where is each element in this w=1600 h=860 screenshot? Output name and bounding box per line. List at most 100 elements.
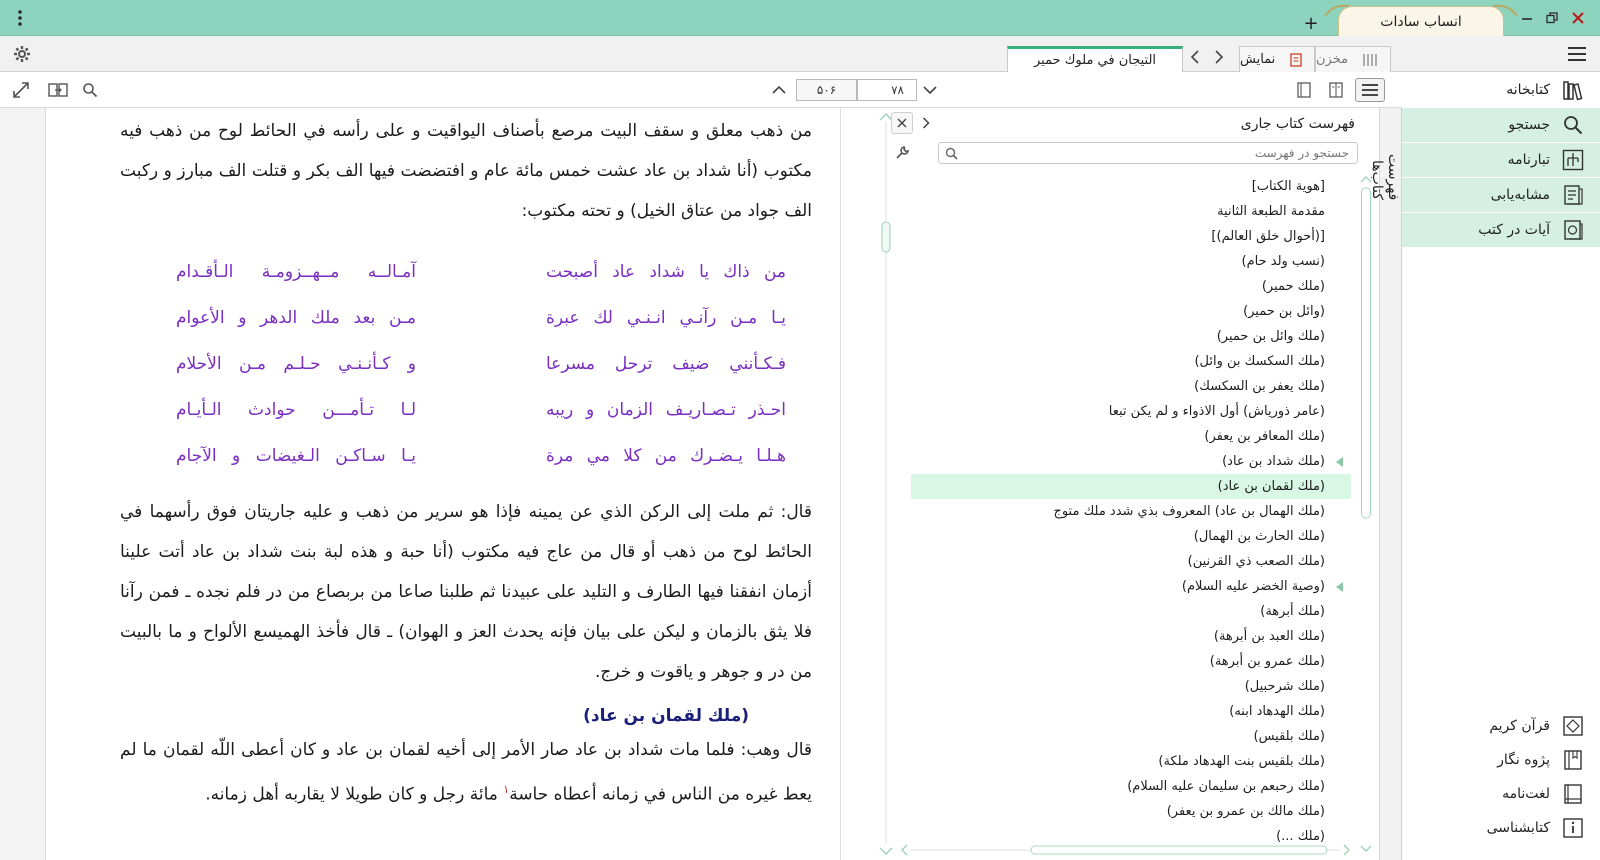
total-pages: ۵۰۶ (816, 83, 837, 97)
toc-hscrollbar[interactable] (901, 842, 1361, 858)
toc-item[interactable]: (ملك الهمال بن عاد) المعروف بذي شدد ملك … (911, 499, 1351, 524)
toc-item[interactable]: (ملك رحبعم بن سليمان عليه السلام) (911, 774, 1351, 799)
toc-item[interactable]: (نسب ولد حام) (911, 249, 1351, 274)
family-tree-icon (1560, 147, 1586, 173)
sidebar-item-search[interactable]: جستجو (1402, 108, 1600, 143)
section-heading: (ملك لقمان بن عاد) (583, 706, 749, 726)
hamburger-menu-icon[interactable] (1566, 43, 1588, 65)
sidebar-item-bibliography[interactable]: کتابشناسی (1402, 810, 1600, 845)
restore-button[interactable] (1541, 7, 1563, 29)
toc-item-label: (نسب ولد حام) (1241, 254, 1326, 269)
notebook-icon (1560, 747, 1586, 773)
current-page-input[interactable]: ۷۸ (857, 79, 917, 101)
toc-item[interactable]: (ملك وائل بن حمير) (911, 324, 1351, 349)
left-gutter (0, 108, 46, 860)
wrench-icon[interactable] (891, 141, 913, 165)
toc-item[interactable]: (ملك العبد بن أبرهة) (911, 624, 1351, 649)
expand-arrow-icon[interactable] (1336, 582, 1343, 592)
verse-left: مـن بعد ملك الدهر و الأعوام (176, 308, 416, 328)
total-pages-field: ۵۰۶ (796, 79, 857, 101)
sidebar-item-label: تبارنامه (1507, 152, 1550, 168)
title-bar: + انساب سادات (0, 0, 1600, 36)
book-layout-icon[interactable] (1291, 78, 1317, 102)
toc-item[interactable]: (ملك المعافر بن يعفر) (911, 424, 1351, 449)
sidebar-item-label: آیات در کتب (1478, 222, 1550, 238)
toc-item-label: (ملك الصعب ذي القرنين) (1187, 554, 1325, 569)
app-tab[interactable]: انساب سادات (1325, 4, 1517, 36)
similar-icon (1560, 182, 1586, 208)
page-down-button[interactable] (917, 78, 943, 102)
content-scrollbar[interactable] (871, 108, 901, 860)
two-page-layout-icon[interactable] (1323, 78, 1349, 102)
tab-book[interactable]: التيجان في ملوك حمير (1007, 46, 1183, 72)
tab-back-arrow[interactable] (1184, 46, 1206, 68)
toc-search-input[interactable] (938, 142, 1358, 164)
close-toc-button[interactable] (891, 112, 913, 134)
verse-left: يـا سـاكـن الـغيضات و الآجام (176, 446, 416, 466)
page-up-button[interactable] (766, 78, 792, 102)
toc-item[interactable]: (ملك بلقيس بنت الهدهاد ملكة) (911, 749, 1351, 774)
toc-item-label: (ملك بلقيس) (1253, 729, 1326, 744)
sidebar-item-family-tree[interactable]: تبارنامه (1402, 143, 1600, 178)
sidebar-item-library[interactable]: کتابخانه (1402, 72, 1600, 107)
toc-item[interactable]: (ملك السكسك بن وائل) (911, 349, 1351, 374)
verses-icon (1560, 217, 1586, 243)
sidebar-item-similar-finder[interactable]: مشابه‌یابی (1402, 178, 1600, 213)
toc-item[interactable]: [هوية الكتاب] (911, 174, 1351, 199)
fullscreen-icon[interactable] (8, 78, 34, 102)
search-in-book-icon[interactable] (77, 78, 103, 102)
toc-item-label: (ملك لقمان بن عاد) (1217, 479, 1325, 494)
toc-item[interactable]: (وائل بن حمير) (911, 299, 1351, 324)
toc-item[interactable]: (ملك مالك بن عمرو بن يعفر) (911, 799, 1351, 824)
search-icon (1560, 112, 1586, 138)
toc-item[interactable]: (ملك أبرهة) (911, 599, 1351, 624)
toc-item[interactable]: (ملك الحارث بن الهمال) (911, 524, 1351, 549)
settings-icon[interactable] (11, 43, 33, 65)
new-tab-button[interactable]: + (1300, 12, 1322, 34)
sidebar-item-verses[interactable]: آیات در کتب (1402, 213, 1600, 248)
toc-scrollbar[interactable] (1359, 174, 1373, 854)
sidebar-item-label: لغت‌نامه (1502, 785, 1550, 802)
toc-next-arrow[interactable] (915, 112, 937, 134)
compare-icon[interactable] (45, 78, 71, 102)
tab-repository[interactable]: مخزن (1315, 46, 1391, 72)
sidebar-item-label: کتابشناسی (1486, 819, 1550, 836)
list-layout-icon[interactable] (1355, 78, 1385, 102)
sidebar-item-research-notes[interactable]: پژوه نگار (1402, 742, 1600, 777)
paragraph-2: قال: ثم ملت إلى الركن الذي عن يمينه فإذا… (120, 502, 812, 682)
expand-arrow-icon[interactable] (1336, 457, 1343, 467)
toc-item[interactable]: (ملك ...) (911, 824, 1351, 842)
toc-item[interactable]: (وصية الخضر عليه السلام) (911, 574, 1351, 599)
toc-item[interactable]: مقدمة الطبعة الثانية (911, 199, 1351, 224)
toc-item-label: (عامر ذورياش) أول الاذواء و لم يكن تبعا (1108, 404, 1325, 419)
toc-item-label: (ملك يعفر بن السكسك) (1194, 379, 1325, 394)
books-index-side-tab[interactable] (1380, 108, 1402, 860)
tab-forward-arrow[interactable] (1208, 46, 1230, 68)
display-icon (1289, 52, 1303, 67)
toc-item[interactable]: (ملك عمرو بن أبرهة) (911, 649, 1351, 674)
book-content: من ذهب معلق و سقف البيت مرصع بأصناف اليو… (46, 108, 841, 860)
toc-item[interactable]: (ملك الهدهاد ابنه) (911, 699, 1351, 724)
more-menu-icon[interactable] (9, 7, 31, 29)
minimize-button[interactable] (1516, 7, 1538, 29)
tab-display[interactable]: نمایش (1239, 46, 1315, 72)
toc-item-label: (ملك السكسك بن وائل) (1194, 354, 1325, 369)
toc-item[interactable]: (ملك يعفر بن السكسك) (911, 374, 1351, 399)
toc-item[interactable]: (ملك حمير) (911, 274, 1351, 299)
close-window-button[interactable] (1567, 7, 1589, 29)
verse-left: آمـالــه مــهــزومـة الـأقـدام (176, 262, 416, 282)
toc-item[interactable]: (ملك بلقيس) (911, 724, 1351, 749)
toc-item-selected[interactable]: (ملك لقمان بن عاد) (911, 474, 1351, 499)
poem-line: من ذاك يا شداد عاد أصبحت آمـالــه مــهــ… (126, 262, 786, 308)
sidebar-item-dictionary[interactable]: لغت‌نامه (1402, 776, 1600, 811)
sidebar-item-label: پژوه نگار (1497, 751, 1550, 768)
toc-item-label: (ملك شداد بن عاد) (1222, 454, 1325, 469)
toc-item[interactable]: (ملك شرحبيل) (911, 674, 1351, 699)
sidebar-item-quran[interactable]: قرآن کریم (1402, 708, 1600, 743)
toc-item[interactable]: [(أحوال خلق العالم)] (911, 224, 1351, 249)
toc-item[interactable]: (ملك شداد بن عاد) (911, 449, 1351, 474)
toc-item[interactable]: (عامر ذورياش) أول الاذواء و لم يكن تبعا (911, 399, 1351, 424)
toc-item-label: (ملك بلقيس بنت الهدهاد ملكة) (1158, 754, 1325, 769)
toc-item[interactable]: (ملك الصعب ذي القرنين) (911, 549, 1351, 574)
tab-book-label: التيجان في ملوك حمير (1033, 53, 1157, 68)
